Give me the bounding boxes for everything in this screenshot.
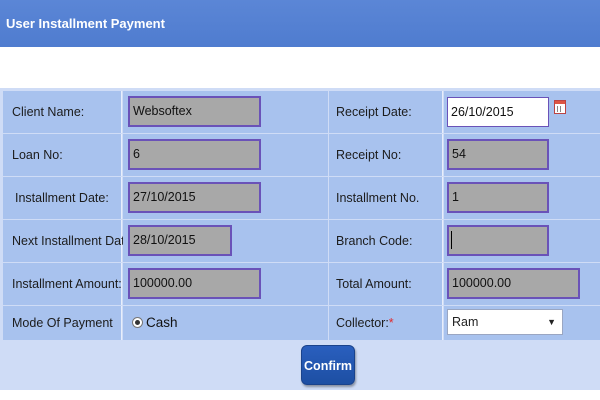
next-installment-date-field[interactable]: 28/10/2015: [128, 225, 232, 256]
installment-date-field[interactable]: 27/10/2015: [128, 182, 261, 213]
confirm-button[interactable]: Confirm: [301, 345, 355, 385]
text-cursor: [451, 231, 452, 249]
installment-amount-label: Installment Amount:: [12, 277, 122, 291]
loan-no-field[interactable]: 6: [128, 139, 261, 170]
client-name-label: Client Name:: [12, 105, 85, 119]
installment-date-label: Installment Date:: [15, 191, 109, 205]
receipt-no-label: Receipt No:: [336, 148, 402, 162]
total-amount-field[interactable]: 100000.00: [447, 268, 580, 299]
mode-of-payment-label: Mode Of Payment: [12, 316, 113, 330]
collector-label: Collector:*: [336, 316, 394, 330]
page-title: User Installment Payment: [6, 16, 165, 31]
total-amount-label: Total Amount:: [336, 277, 412, 291]
receipt-date-field[interactable]: 26/10/2015: [447, 97, 549, 127]
cash-radio-label: Cash: [146, 315, 178, 330]
collector-select-value: Ram: [452, 315, 479, 329]
receipt-date-label: Receipt Date:: [336, 105, 412, 119]
cash-radio[interactable]: [132, 317, 143, 328]
client-name-field[interactable]: Websoftex: [128, 96, 261, 127]
branch-code-label: Branch Code:: [336, 234, 413, 248]
calendar-icon[interactable]: [554, 100, 566, 114]
receipt-no-field[interactable]: 54: [447, 139, 549, 170]
installment-no-label: Installment No.: [336, 191, 420, 205]
page-header: User Installment Payment: [0, 0, 600, 47]
loan-no-label: Loan No:: [12, 148, 63, 162]
installment-no-field[interactable]: 1: [447, 182, 549, 213]
dropdown-arrow-icon: ▼: [547, 317, 556, 327]
required-mark: *: [388, 316, 394, 330]
next-installment-date-label: Next Installment Date:: [12, 234, 135, 248]
installment-amount-field[interactable]: 100000.00: [128, 268, 261, 299]
collector-select[interactable]: Ram ▼: [447, 309, 563, 335]
branch-code-field[interactable]: [447, 225, 549, 256]
